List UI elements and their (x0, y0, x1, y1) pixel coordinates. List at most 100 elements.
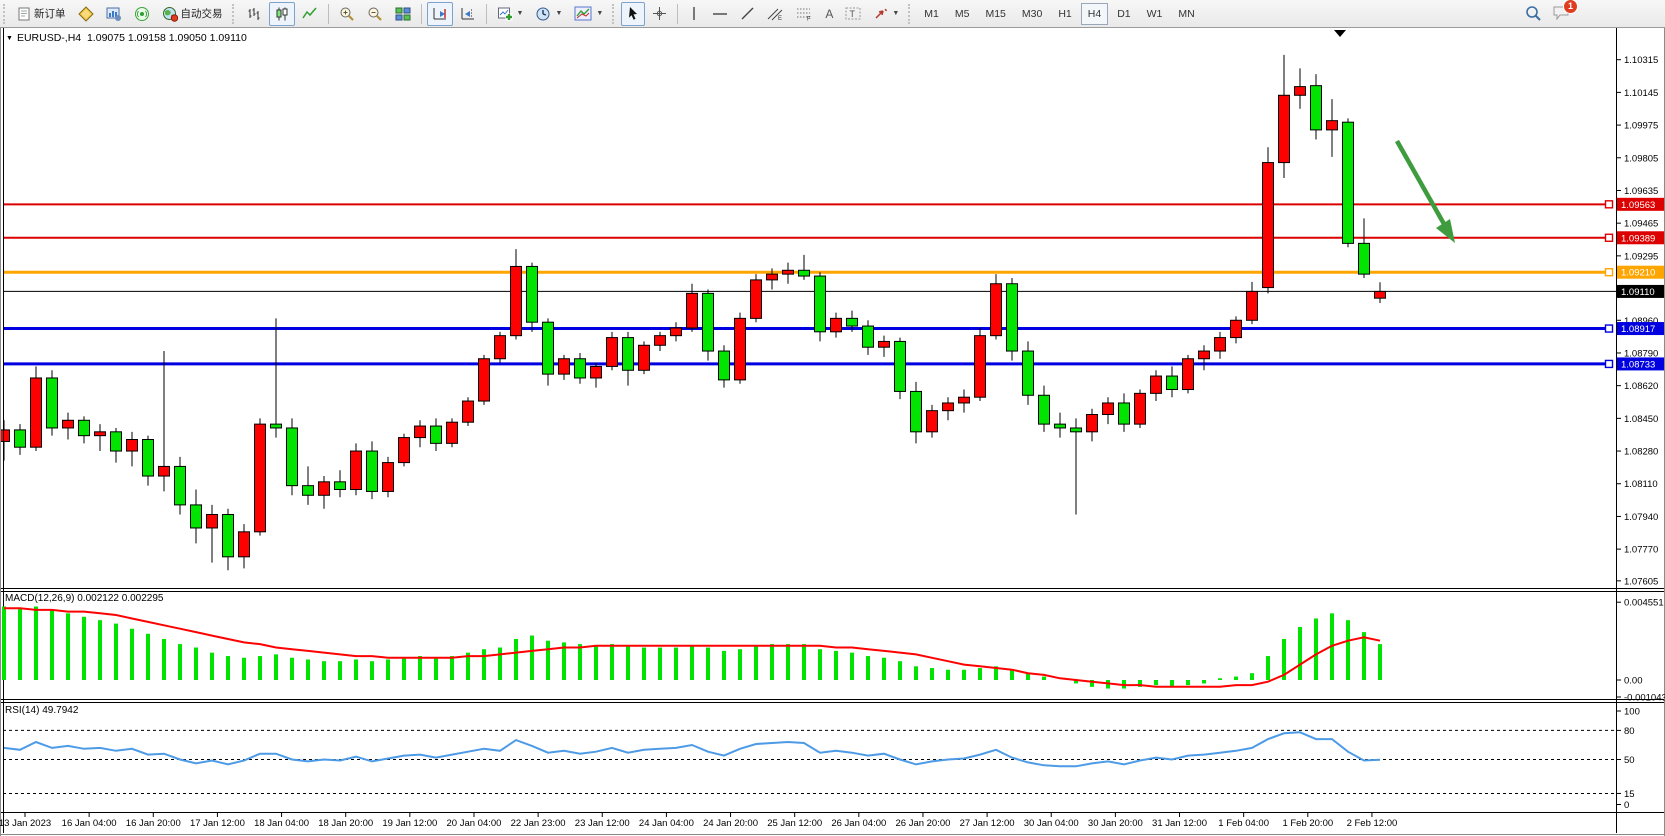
group-grip (612, 4, 616, 24)
template-button[interactable]: ▼ (569, 2, 608, 26)
separator (677, 4, 678, 24)
svg-text:16 Jan 20:00: 16 Jan 20:00 (126, 818, 181, 829)
search-icon[interactable] (1525, 5, 1542, 22)
horizontal-line-icon (712, 7, 728, 21)
svg-text:2 Feb 12:00: 2 Feb 12:00 (1347, 818, 1398, 829)
svg-text:1.08280: 1.08280 (1624, 447, 1658, 458)
timeframe-m30[interactable]: M30 (1015, 3, 1049, 25)
new-chart-button[interactable]: ▼ (492, 2, 529, 26)
svg-text:16 Jan 04:00: 16 Jan 04:00 (62, 818, 117, 829)
candlestick-chart-button[interactable] (269, 2, 295, 26)
cursor-tool-button[interactable] (621, 2, 645, 26)
macd-indicator-label: MACD(12,26,9) 0.002122 0.002295 (5, 593, 163, 604)
svg-text:1.08450: 1.08450 (1624, 414, 1658, 425)
svg-text:0.00: 0.00 (1624, 676, 1643, 687)
crosshair-tool-button[interactable] (647, 2, 672, 26)
svg-text:23 Jan 12:00: 23 Jan 12:00 (575, 818, 630, 829)
fibonacci-tool-button[interactable]: F (791, 2, 818, 26)
chart-canvas[interactable]: 1.103151.101451.099751.098051.096351.094… (0, 28, 1665, 836)
autotrading-label: 自动交易 (181, 6, 223, 21)
cursor-icon (626, 6, 640, 21)
svg-text:30 Jan 20:00: 30 Jan 20:00 (1088, 818, 1143, 829)
channel-tool-button[interactable]: E (762, 2, 789, 26)
price-axis[interactable]: 1.103151.101451.099751.098051.096351.094… (1617, 55, 1664, 587)
new-order-button[interactable]: 新订单 (12, 2, 71, 26)
data-window-icon (106, 6, 122, 22)
svg-text:1.07605: 1.07605 (1624, 576, 1658, 587)
svg-text:26 Jan 04:00: 26 Jan 04:00 (831, 818, 886, 829)
line-chart-icon (302, 6, 318, 22)
candles-layer (0, 55, 1386, 570)
svg-text:1.08620: 1.08620 (1624, 381, 1658, 392)
timeframe-m1[interactable]: M1 (917, 3, 946, 25)
svg-text:17 Jan 12:00: 17 Jan 12:00 (190, 818, 245, 829)
svg-text:80: 80 (1624, 726, 1635, 737)
zoom-in-button[interactable] (334, 2, 360, 26)
zoom-in-icon (339, 6, 355, 22)
separator (486, 4, 487, 24)
trendline-tool-button[interactable] (735, 2, 760, 26)
hline-tool-button[interactable] (707, 2, 733, 26)
svg-text:50: 50 (1624, 755, 1635, 766)
tile-windows-button[interactable] (390, 2, 416, 26)
svg-text:19 Jan 12:00: 19 Jan 12:00 (382, 818, 437, 829)
autotrading-globe-icon (162, 6, 178, 22)
svg-text:1.07770: 1.07770 (1624, 545, 1658, 556)
text-tool-button[interactable]: A (820, 2, 838, 26)
svg-text:20 Jan 04:00: 20 Jan 04:00 (447, 818, 502, 829)
symbol-dropdown-icon[interactable]: ▼ (6, 35, 13, 42)
zoom-out-button[interactable] (362, 2, 388, 26)
svg-text:1.09975: 1.09975 (1624, 121, 1658, 132)
clock-icon (535, 6, 551, 22)
group-grip (232, 4, 236, 24)
line-chart-button[interactable] (297, 2, 323, 26)
gold-diamond-icon (78, 6, 94, 22)
timeframe-m15[interactable]: M15 (978, 3, 1012, 25)
separator (328, 4, 329, 24)
new-order-icon (17, 7, 31, 21)
zoom-out-icon (367, 6, 383, 22)
toolbar-right-group: 1 (1525, 5, 1570, 23)
bar-chart-button[interactable] (241, 2, 267, 26)
chart-shift-icon (460, 6, 476, 22)
strategy-tester-button[interactable] (129, 2, 155, 26)
period-button[interactable]: ▼ (530, 2, 567, 26)
svg-text:26 Jan 20:00: 26 Jan 20:00 (895, 818, 950, 829)
timeframe-h1[interactable]: H1 (1051, 3, 1078, 25)
svg-text:27 Jan 12:00: 27 Jan 12:00 (960, 818, 1015, 829)
toolbar: 新订单 自动交易 (0, 0, 1665, 28)
time-axis[interactable]: 13 Jan 202316 Jan 04:0016 Jan 20:0017 Ja… (0, 813, 1397, 829)
timeframe-m5[interactable]: M5 (948, 3, 977, 25)
equidistant-channel-icon: E (767, 6, 784, 21)
auto-scroll-button[interactable] (427, 2, 453, 26)
quote-open: 1.09075 (87, 32, 125, 44)
arrows-tool-button[interactable]: ▼ (868, 2, 904, 26)
timeframe-h4[interactable]: H4 (1081, 3, 1108, 25)
svg-text:1.09295: 1.09295 (1624, 251, 1658, 262)
svg-text:100: 100 (1624, 707, 1640, 718)
svg-text:1 Feb 20:00: 1 Feb 20:00 (1282, 818, 1333, 829)
text-tool-icon: A (825, 7, 833, 21)
quote-line: ▼EURUSD-,H4 1.09075 1.09158 1.09050 1.09… (6, 32, 247, 44)
macd-panel: 0.0045510.00-0.001043 (2, 598, 1665, 704)
timeframe-d1[interactable]: D1 (1110, 3, 1137, 25)
vline-tool-button[interactable] (683, 2, 705, 26)
timeframe-w1[interactable]: W1 (1140, 3, 1170, 25)
quote-high: 1.09158 (128, 32, 166, 44)
autotrading-button[interactable]: 自动交易 (157, 2, 228, 26)
svg-text:1.09389: 1.09389 (1621, 233, 1655, 244)
chart-shift-marker-icon[interactable] (1334, 30, 1346, 37)
market-watch-button[interactable] (73, 2, 99, 26)
svg-text:1 Feb 04:00: 1 Feb 04:00 (1218, 818, 1269, 829)
trend-arrow-annotation[interactable] (1397, 141, 1455, 243)
svg-text:0: 0 (1624, 800, 1629, 811)
data-window-button[interactable] (101, 2, 127, 26)
timeframe-mn[interactable]: MN (1171, 3, 1201, 25)
bar-chart-icon (246, 6, 262, 22)
new-chart-icon (497, 6, 513, 22)
text-label-tool-button[interactable]: T (840, 2, 866, 26)
symbol-title: EURUSD-,H4 (17, 32, 81, 44)
notifications-button[interactable]: 1 (1552, 5, 1570, 23)
svg-text:1.09563: 1.09563 (1621, 200, 1655, 211)
chart-shift-button[interactable] (455, 2, 481, 26)
